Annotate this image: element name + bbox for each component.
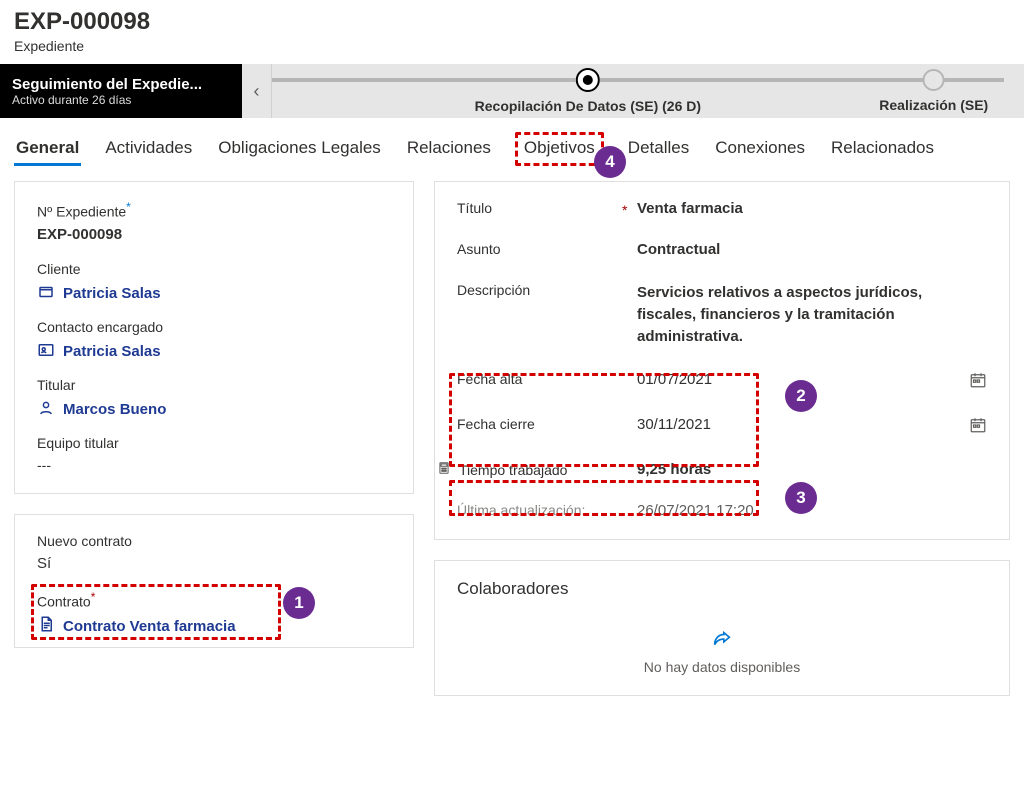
contacto-label: Contacto encargado bbox=[37, 319, 391, 335]
colaboradores-title: Colaboradores bbox=[457, 579, 987, 599]
tiempo-value: 9,25 horas bbox=[637, 461, 937, 478]
bpf-stage-next[interactable]: Realización (SE) bbox=[879, 69, 988, 113]
bpf-name: Seguimiento del Expedie... bbox=[12, 76, 230, 93]
business-process-flow: Seguimiento del Expedie... Activo durant… bbox=[0, 64, 1024, 118]
bpf-stage1-label: Recopilación De Datos (SE) (26 D) bbox=[475, 98, 701, 114]
cliente-value: Patricia Salas bbox=[63, 285, 161, 302]
tab-relaciones[interactable]: Relaciones bbox=[405, 132, 493, 166]
share-icon bbox=[457, 629, 987, 651]
cliente-lookup[interactable]: Patricia Salas bbox=[37, 283, 391, 305]
calendar-icon bbox=[969, 421, 987, 437]
form-content: Nº Expediente* EXP-000098 Cliente Patric… bbox=[0, 167, 1024, 710]
callout-2: 2 bbox=[785, 380, 817, 412]
nuevo-contrato-value[interactable]: Sí bbox=[37, 555, 391, 572]
tab-general[interactable]: General bbox=[14, 132, 81, 166]
bpf-stage-active[interactable]: Recopilación De Datos (SE) (26 D) bbox=[475, 68, 701, 114]
document-icon bbox=[37, 615, 55, 637]
tab-objetivos[interactable]: Objetivos bbox=[515, 132, 604, 166]
tab-relacionados[interactable]: Relacionados bbox=[829, 132, 936, 166]
descripcion-value[interactable]: Servicios relativos a aspectos jurídicos… bbox=[637, 282, 937, 347]
cliente-label: Cliente bbox=[37, 261, 391, 277]
form-tabs: General Actividades Obligaciones Legales… bbox=[0, 118, 1024, 167]
num-expediente-label: Nº Expediente* bbox=[37, 200, 391, 220]
bpf-title-block[interactable]: Seguimiento del Expedie... Activo durant… bbox=[0, 64, 242, 118]
bpf-track: Recopilación De Datos (SE) (26 D) Realiz… bbox=[272, 64, 1024, 118]
right-detail-card: Título* Venta farmacia Asunto Contractua… bbox=[434, 181, 1010, 540]
titulo-label: Título* bbox=[457, 200, 637, 216]
left-main-card: Nº Expediente* EXP-000098 Cliente Patric… bbox=[14, 181, 414, 494]
asunto-label: Asunto bbox=[457, 241, 637, 257]
asunto-value[interactable]: Contractual bbox=[637, 241, 937, 258]
titular-lookup[interactable]: Marcos Bueno bbox=[37, 399, 391, 421]
bpf-stage2-label: Realización (SE) bbox=[879, 97, 988, 113]
contacto-lookup[interactable]: Patricia Salas bbox=[37, 341, 391, 363]
ultima-actualizacion-label: Última actualización: bbox=[457, 502, 637, 518]
record-title: EXP-000098 bbox=[14, 8, 1010, 36]
stage-active-icon bbox=[475, 68, 701, 92]
contacto-value: Patricia Salas bbox=[63, 343, 161, 360]
descripcion-label: Descripción bbox=[457, 282, 637, 298]
fecha-alta-label: Fecha alta bbox=[457, 371, 637, 387]
bpf-status: Activo durante 26 días bbox=[12, 93, 230, 107]
contrato-lookup[interactable]: Contrato Venta farmacia bbox=[37, 615, 391, 637]
record-header: EXP-000098 Expediente bbox=[0, 0, 1024, 58]
equipo-label: Equipo titular bbox=[37, 435, 391, 451]
entity-name: Expediente bbox=[14, 38, 1010, 54]
person-icon bbox=[37, 399, 55, 421]
chevron-left-icon: ‹ bbox=[254, 81, 260, 102]
num-expediente-value[interactable]: EXP-000098 bbox=[37, 226, 391, 243]
tab-conexiones[interactable]: Conexiones bbox=[713, 132, 807, 166]
fecha-cierre-calendar-button[interactable] bbox=[937, 416, 987, 437]
bpf-collapse-button[interactable]: ‹ bbox=[242, 64, 272, 118]
account-icon bbox=[37, 283, 55, 305]
fecha-cierre-value[interactable]: 30/11/2021 bbox=[637, 416, 937, 433]
fecha-cierre-label: Fecha cierre bbox=[457, 416, 637, 432]
colaboradores-card: Colaboradores No hay datos disponibles bbox=[434, 560, 1010, 696]
titulo-value[interactable]: Venta farmacia bbox=[637, 200, 937, 217]
tiempo-label: Tiempo trabajado bbox=[457, 461, 637, 478]
titular-value: Marcos Bueno bbox=[63, 401, 166, 418]
equipo-value[interactable]: --- bbox=[37, 457, 391, 473]
nuevo-contrato-label: Nuevo contrato bbox=[37, 533, 391, 549]
tab-detalles[interactable]: Detalles bbox=[626, 132, 691, 166]
callout-1: 1 bbox=[283, 587, 315, 619]
contrato-value: Contrato Venta farmacia bbox=[63, 618, 236, 635]
calendar-icon bbox=[969, 376, 987, 392]
stage-inactive-icon bbox=[879, 69, 988, 91]
fecha-alta-calendar-button[interactable] bbox=[937, 371, 987, 392]
titular-label: Titular bbox=[37, 377, 391, 393]
callout-4: 4 bbox=[594, 146, 626, 178]
calculator-icon bbox=[437, 461, 451, 478]
contact-icon bbox=[37, 341, 55, 363]
left-contract-card: Nuevo contrato Sí Contrato* Contrato Ven… bbox=[14, 514, 414, 649]
contrato-label: Contrato* bbox=[37, 590, 391, 610]
tab-actividades[interactable]: Actividades bbox=[103, 132, 194, 166]
colaboradores-empty: No hay datos disponibles bbox=[457, 629, 987, 675]
callout-3: 3 bbox=[785, 482, 817, 514]
colaboradores-empty-text: No hay datos disponibles bbox=[457, 659, 987, 675]
tab-obligaciones[interactable]: Obligaciones Legales bbox=[216, 132, 383, 166]
